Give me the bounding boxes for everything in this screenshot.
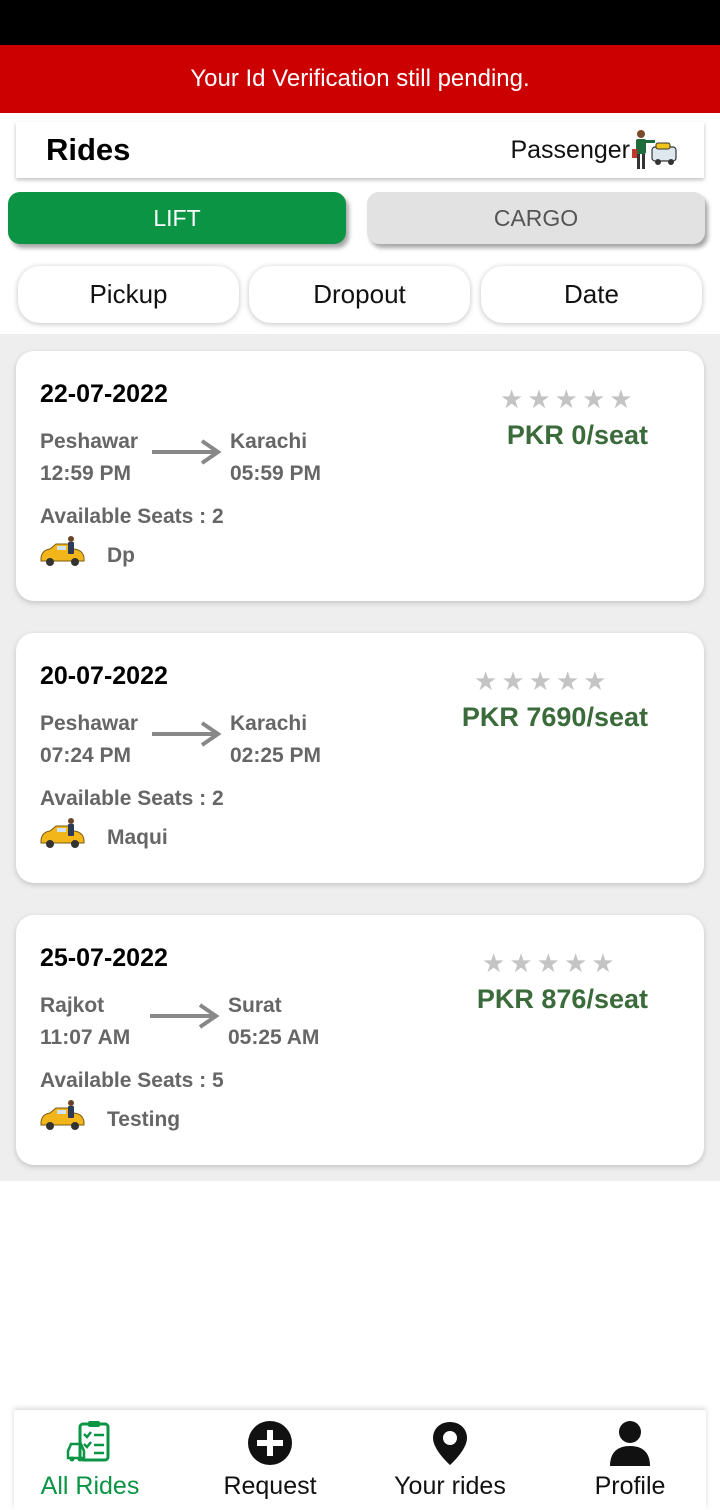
role-label: Passenger bbox=[510, 135, 630, 164]
dropout-filter-button[interactable]: Dropout bbox=[249, 266, 470, 323]
app-header: Rides Passenger bbox=[16, 122, 704, 178]
ride-date: 22-07-2022 bbox=[40, 380, 168, 408]
ride-price: PKR 876/seat bbox=[476, 984, 648, 1014]
date-filter-button[interactable]: Date bbox=[481, 266, 702, 323]
departure-time: 12:59 PM bbox=[40, 462, 132, 485]
ride-card[interactable]: 22-07-2022 Peshawar 12:59 PM Karachi 05:… bbox=[16, 351, 704, 601]
destination-city: Karachi bbox=[230, 712, 308, 735]
profile-icon bbox=[610, 1421, 650, 1466]
star-icon: ★ bbox=[527, 384, 551, 414]
star-icon: ★ bbox=[500, 384, 524, 414]
star-icon: ★ bbox=[591, 948, 615, 978]
rating-stars: ★ ★ ★ ★ ★ bbox=[482, 949, 615, 977]
status-bar bbox=[0, 0, 720, 45]
nav-your-rides[interactable]: Your rides bbox=[365, 1410, 535, 1510]
driver-name: Testing bbox=[107, 1108, 181, 1131]
route-arrow-icon bbox=[152, 439, 222, 465]
ride-date: 25-07-2022 bbox=[40, 944, 168, 972]
nav-profile-label: Profile bbox=[594, 1472, 666, 1500]
ride-origin: Peshawar 12:59 PM bbox=[40, 426, 138, 490]
role-switch[interactable]: Passenger bbox=[510, 129, 678, 171]
dropout-filter-label: Dropout bbox=[313, 279, 406, 309]
arrival-time: 05:25 AM bbox=[228, 1026, 320, 1049]
tab-lift[interactable]: LIFT bbox=[8, 192, 346, 244]
nav-your-rides-label: Your rides bbox=[394, 1472, 506, 1500]
star-icon: ★ bbox=[509, 948, 533, 978]
route-arrow-icon bbox=[152, 721, 222, 747]
available-seats: Available Seats : 5 bbox=[40, 1069, 224, 1092]
ride-date: 20-07-2022 bbox=[40, 662, 168, 690]
ride-price: PKR 7690/seat bbox=[461, 702, 648, 732]
available-seats: Available Seats : 2 bbox=[40, 787, 224, 810]
taxi-driver-icon bbox=[40, 536, 85, 566]
ride-card[interactable]: 20-07-2022 Peshawar 07:24 PM Karachi 02:… bbox=[16, 633, 704, 883]
taxi-driver-icon bbox=[40, 1100, 85, 1130]
departure-time: 07:24 PM bbox=[40, 744, 132, 767]
add-circle-icon bbox=[248, 1421, 292, 1465]
passenger-icon bbox=[632, 130, 677, 169]
pickup-filter-button[interactable]: Pickup bbox=[18, 266, 239, 323]
star-icon: ★ bbox=[609, 384, 633, 414]
destination-city: Surat bbox=[228, 994, 282, 1017]
route-arrow-icon bbox=[150, 1003, 220, 1029]
bottom-navigation: All Rides Request Your rides Profile bbox=[14, 1410, 706, 1510]
departure-time: 11:07 AM bbox=[40, 1026, 131, 1049]
origin-city: Rajkot bbox=[40, 994, 105, 1017]
star-icon: ★ bbox=[583, 666, 607, 696]
star-icon: ★ bbox=[528, 666, 552, 696]
tab-cargo[interactable]: CARGO bbox=[367, 192, 705, 244]
alert-text: Your Id Verification still pending. bbox=[190, 65, 530, 92]
location-pin-icon bbox=[433, 1422, 467, 1465]
date-filter-label: Date bbox=[564, 279, 619, 309]
destination-city: Karachi bbox=[230, 430, 308, 453]
ride-destination: Surat 05:25 AM bbox=[228, 990, 319, 1054]
star-icon: ★ bbox=[554, 384, 578, 414]
star-icon: ★ bbox=[536, 948, 560, 978]
driver-name: Dp bbox=[107, 544, 135, 567]
ride-origin: Rajkot 11:07 AM bbox=[40, 990, 130, 1054]
nav-profile[interactable]: Profile bbox=[545, 1410, 715, 1510]
arrival-time: 02:25 PM bbox=[230, 744, 322, 767]
star-icon: ★ bbox=[581, 384, 606, 414]
page-title: Rides bbox=[46, 132, 131, 167]
nav-request-label: Request bbox=[223, 1472, 317, 1500]
rating-stars: ★ ★ ★ ★ ★ bbox=[500, 385, 633, 413]
rides-list-icon bbox=[66, 1421, 110, 1462]
ride-origin: Peshawar 07:24 PM bbox=[40, 708, 138, 772]
star-icon: ★ bbox=[501, 666, 525, 696]
nav-all-rides[interactable]: All Rides bbox=[5, 1410, 175, 1510]
rating-stars: ★ ★ ★ ★ ★ bbox=[474, 667, 607, 695]
driver-name: Maqui bbox=[107, 826, 168, 849]
verification-alert-banner: Your Id Verification still pending. bbox=[0, 45, 720, 113]
tab-cargo-label: CARGO bbox=[493, 204, 579, 231]
taxi-driver-icon bbox=[40, 818, 85, 848]
star-icon: ★ bbox=[482, 948, 506, 978]
ride-price: PKR 0/seat bbox=[506, 420, 648, 450]
nav-all-rides-label: All Rides bbox=[40, 1472, 140, 1500]
ride-destination: Karachi 05:59 PM bbox=[230, 426, 321, 490]
tab-lift-label: LIFT bbox=[153, 204, 201, 231]
pickup-filter-label: Pickup bbox=[89, 279, 168, 309]
origin-city: Peshawar bbox=[40, 712, 139, 735]
arrival-time: 05:59 PM bbox=[230, 462, 322, 485]
star-icon: ★ bbox=[474, 666, 498, 696]
star-icon: ★ bbox=[563, 948, 588, 978]
star-icon: ★ bbox=[555, 666, 580, 696]
ride-destination: Karachi 02:25 PM bbox=[230, 708, 321, 772]
nav-request[interactable]: Request bbox=[185, 1410, 355, 1510]
origin-city: Peshawar bbox=[40, 430, 139, 453]
ride-card[interactable]: 25-07-2022 Rajkot 11:07 AM Surat 05:25 A… bbox=[16, 915, 704, 1165]
available-seats: Available Seats : 2 bbox=[40, 505, 224, 528]
